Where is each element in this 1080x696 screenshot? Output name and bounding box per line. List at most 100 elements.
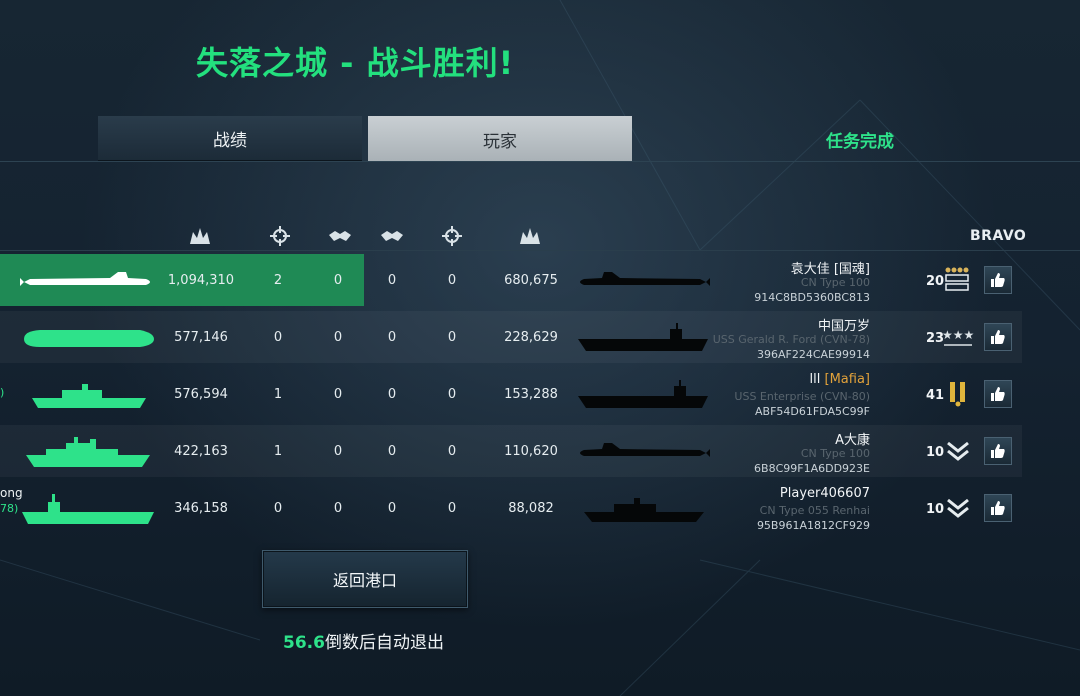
assist-icon <box>329 231 351 241</box>
thumbs-up-icon <box>991 444 1005 458</box>
like-button[interactable] <box>984 323 1012 351</box>
left-damage: 1,094,310 <box>167 273 235 288</box>
right-damage: 680,675 <box>504 273 558 288</box>
like-button[interactable] <box>984 266 1012 294</box>
player-rank: 41 <box>926 388 945 403</box>
left-ship-name-fragment: 78) <box>0 502 19 515</box>
clan-tag: [Mafia] <box>824 372 870 387</box>
double-chevron-icon <box>947 498 969 518</box>
right-damage: 110,620 <box>504 444 558 459</box>
right-damage: 153,288 <box>504 387 558 402</box>
right-kills: 0 <box>447 444 457 459</box>
left-kills: 0 <box>273 501 283 516</box>
clan-tag: [国魂] <box>833 262 870 277</box>
tab-players[interactable]: 玩家 <box>368 116 632 162</box>
submarine-icon <box>20 272 150 286</box>
left-assists: 0 <box>333 501 343 516</box>
player-rank: 10 <box>926 502 945 517</box>
player-id: ABF54D61FDA5C99F <box>755 405 870 418</box>
table-row: 577,146 0 0 0 0 228,629 中国万岁 USS Gerald … <box>0 311 1022 363</box>
table-row: ) 576,594 1 0 0 0 153,288 lll [Mafia] US… <box>0 368 1022 420</box>
right-kills: 0 <box>447 501 457 516</box>
left-kills: 1 <box>273 387 283 402</box>
tab-divider <box>0 161 1080 162</box>
right-assists: 0 <box>387 501 397 516</box>
carrier-icon <box>22 494 154 524</box>
player-name: 中国万岁 <box>817 319 870 334</box>
like-button[interactable] <box>984 437 1012 465</box>
left-player-name-fragment: ong <box>0 486 23 500</box>
player-rank: 10 <box>926 445 945 460</box>
left-kills: 0 <box>273 330 283 345</box>
battle-result-title: 失落之城 - 战斗胜利! <box>196 44 515 82</box>
destroyer-icon <box>32 384 146 408</box>
left-assists: 0 <box>333 387 343 402</box>
thumbs-up-icon <box>991 330 1005 344</box>
left-damage: 346,158 <box>174 501 228 516</box>
player-name: A大康 <box>835 433 870 448</box>
player-name: Player406607 <box>779 486 870 501</box>
tab-mission-complete[interactable]: 任务完成 <box>640 116 1080 162</box>
three-stars-icon: ★★★ <box>942 328 974 346</box>
left-assists: 0 <box>333 330 343 345</box>
left-assists: 0 <box>333 273 343 288</box>
player-ship-name: CN Type 100 <box>800 276 870 289</box>
player-ship-name: USS Enterprise (CVN-80) <box>734 390 870 403</box>
auto-exit-countdown: 56.6倒数后自动退出 <box>283 628 444 653</box>
player-ship-name: CN Type 055 Renhai <box>759 504 870 517</box>
carrier-icon <box>578 323 708 351</box>
right-kills: 0 <box>447 387 457 402</box>
countdown-seconds: 56.6 <box>283 633 325 653</box>
thumbs-up-icon <box>991 501 1005 515</box>
submarine-icon <box>580 443 710 457</box>
countdown-text: 倒数后自动退出 <box>324 633 444 653</box>
player-id: 396AF224CAE99914 <box>757 348 870 361</box>
carrier-icon <box>578 380 708 408</box>
tab-stats[interactable]: 战绩 <box>98 116 362 162</box>
right-assists: 0 <box>387 273 397 288</box>
left-kills: 1 <box>273 444 283 459</box>
player-name: 袁大佳 [国魂] <box>790 262 870 277</box>
player-id: 6B8C99F1A6DD923E <box>754 462 870 475</box>
table-row: 422,163 1 0 0 0 110,620 A大康 CN Type 100 … <box>0 425 1022 477</box>
like-button[interactable] <box>984 380 1012 408</box>
thumbs-up-icon <box>991 387 1005 401</box>
header-divider <box>0 250 1080 251</box>
right-damage: 228,629 <box>504 330 558 345</box>
left-assists: 0 <box>333 444 343 459</box>
left-damage: 422,163 <box>174 444 228 459</box>
damage-icon <box>190 228 210 244</box>
right-kills: 0 <box>447 273 457 288</box>
crosshair-icon <box>442 226 462 246</box>
left-damage: 577,146 <box>174 330 228 345</box>
assist-icon <box>381 231 403 241</box>
right-assists: 0 <box>387 444 397 459</box>
thumbs-up-icon <box>991 273 1005 287</box>
left-kills: 2 <box>273 273 283 288</box>
left-damage: 576,594 <box>174 387 228 402</box>
submarine-bulky-icon <box>24 330 154 347</box>
damage-icon <box>520 228 540 244</box>
right-assists: 0 <box>387 330 397 345</box>
left-player-name-fragment: ) <box>0 386 5 399</box>
right-assists: 0 <box>387 387 397 402</box>
chevron-stars-icon <box>945 267 969 291</box>
crosshair-icon <box>270 226 290 246</box>
right-damage: 88,082 <box>508 501 554 516</box>
double-chevron-icon <box>947 441 969 461</box>
bravo-header: BRAVO <box>970 228 1027 244</box>
gold-bars-icon <box>950 382 965 407</box>
cruiser-icon <box>26 437 150 467</box>
player-id: 914C8BD5360BC813 <box>754 291 870 304</box>
table-row: ong 78) 346,158 0 0 0 0 88,082 Player406… <box>0 482 1022 534</box>
table-row: 1,094,310 2 0 0 0 680,675 袁大佳 [国魂] CN Ty… <box>0 254 1022 306</box>
player-ship-name: USS Gerald R. Ford (CVN-78) <box>712 333 870 346</box>
right-kills: 0 <box>447 330 457 345</box>
submarine-icon <box>580 272 710 286</box>
player-id: 95B961A1812CF929 <box>756 519 870 532</box>
return-to-port-button[interactable]: 返回港口 <box>262 550 468 608</box>
player-ship-name: CN Type 100 <box>800 447 870 460</box>
player-name: lll [Mafia] <box>809 372 870 387</box>
like-button[interactable] <box>984 494 1012 522</box>
svg-text:★★★: ★★★ <box>942 328 974 342</box>
